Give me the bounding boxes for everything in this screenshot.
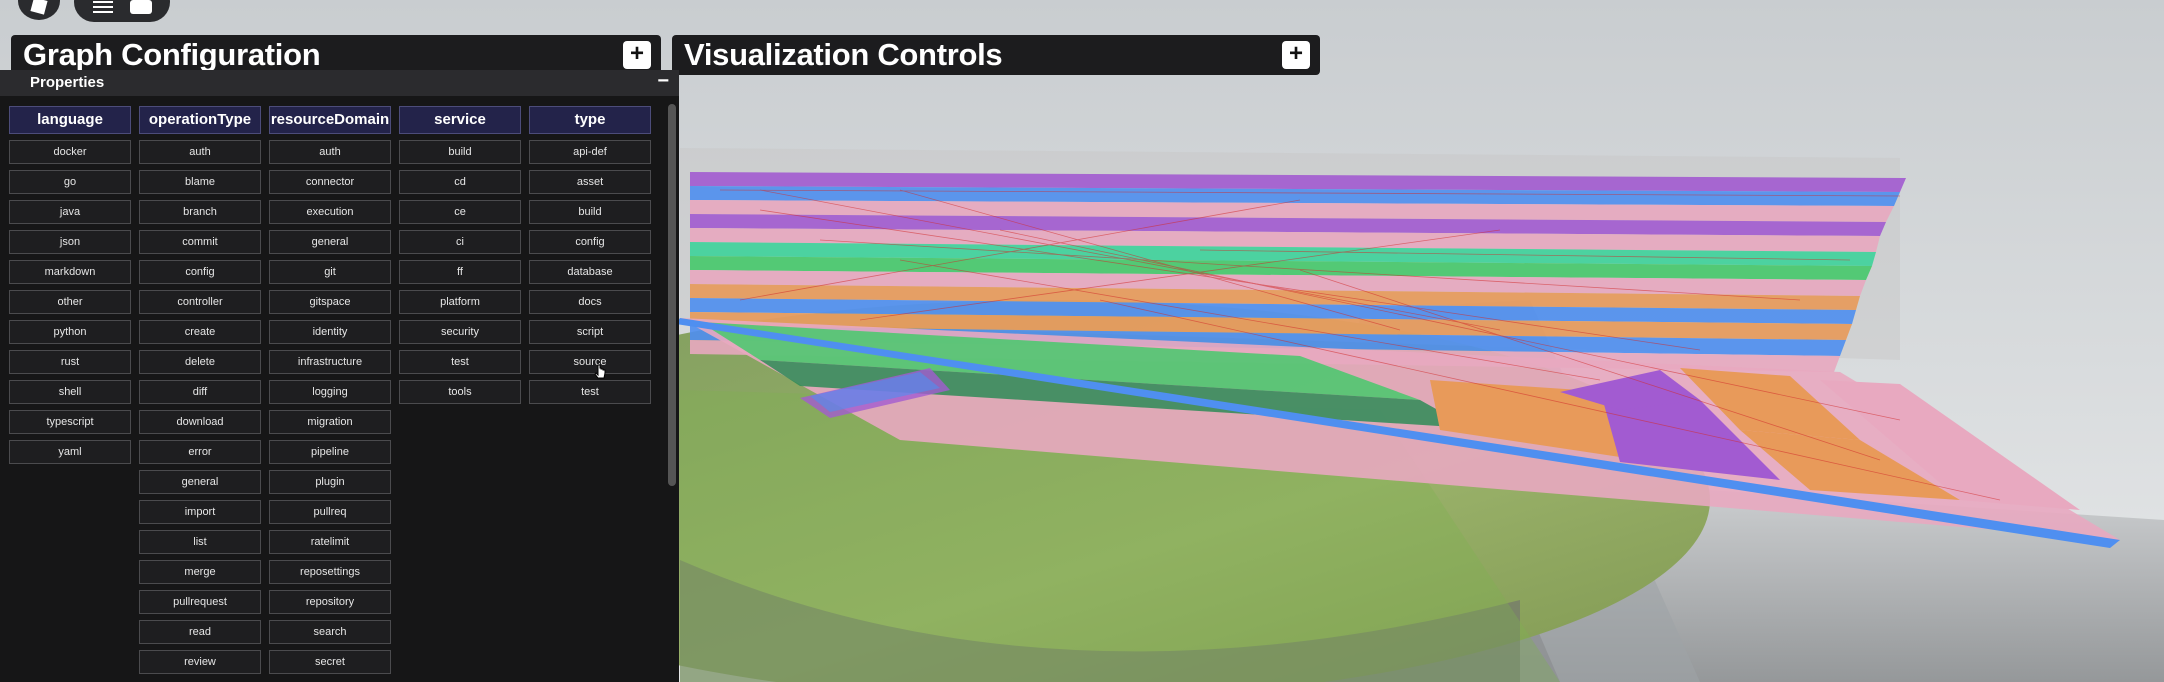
- property-value-button[interactable]: general: [269, 230, 391, 254]
- property-column-service: service build cd ce ci ff platform security test…: [399, 106, 521, 404]
- property-value-button[interactable]: shell: [9, 380, 131, 404]
- property-value-button[interactable]: reposettings: [269, 560, 391, 584]
- property-value-button[interactable]: go: [9, 170, 131, 194]
- chat-icon[interactable]: [129, 0, 152, 14]
- property-value-button[interactable]: ratelimit: [269, 530, 391, 554]
- menu-pill[interactable]: [74, 0, 170, 22]
- property-value-button[interactable]: commit: [139, 230, 261, 254]
- property-value-button[interactable]: diff: [139, 380, 261, 404]
- roblox-logo-icon[interactable]: [18, 0, 60, 20]
- properties-scrollbar[interactable]: [668, 104, 676, 486]
- property-value-button[interactable]: docs: [529, 290, 651, 314]
- property-value-button[interactable]: merge: [139, 560, 261, 584]
- property-value-button[interactable]: config: [139, 260, 261, 284]
- property-value-button[interactable]: branch: [139, 200, 261, 224]
- property-value-button[interactable]: ce: [399, 200, 521, 224]
- property-value-button[interactable]: identity: [269, 320, 391, 344]
- property-value-button[interactable]: config: [529, 230, 651, 254]
- property-value-button[interactable]: python: [9, 320, 131, 344]
- property-value-button[interactable]: test: [399, 350, 521, 374]
- property-value-button[interactable]: ff: [399, 260, 521, 284]
- property-value-button[interactable]: platform: [399, 290, 521, 314]
- column-header[interactable]: resourceDomain: [269, 106, 391, 134]
- property-value-button[interactable]: plugin: [269, 470, 391, 494]
- property-value-button[interactable]: cd: [399, 170, 521, 194]
- property-value-button[interactable]: review: [139, 650, 261, 674]
- property-value-button[interactable]: auth: [269, 140, 391, 164]
- graph-configuration-title: Graph Configuration: [23, 37, 321, 72]
- property-value-button[interactable]: docker: [9, 140, 131, 164]
- property-value-button[interactable]: controller: [139, 290, 261, 314]
- cursor-icon: [594, 364, 606, 379]
- property-value-button[interactable]: build: [529, 200, 651, 224]
- property-value-button[interactable]: pipeline: [269, 440, 391, 464]
- property-value-button[interactable]: connector: [269, 170, 391, 194]
- property-value-button[interactable]: pullrequest: [139, 590, 261, 614]
- property-value-button[interactable]: read: [139, 620, 261, 644]
- property-value-button[interactable]: pullreq: [269, 500, 391, 524]
- property-value-button[interactable]: markdown: [9, 260, 131, 284]
- property-value-button[interactable]: script: [529, 320, 651, 344]
- visualization-controls-header: Visualization Controls +: [672, 35, 1320, 75]
- property-value-button[interactable]: java: [9, 200, 131, 224]
- property-value-button[interactable]: migration: [269, 410, 391, 434]
- property-value-button[interactable]: infrastructure: [269, 350, 391, 374]
- property-value-button[interactable]: import: [139, 500, 261, 524]
- property-value-button[interactable]: list: [139, 530, 261, 554]
- property-value-button[interactable]: test: [529, 380, 651, 404]
- property-value-button[interactable]: git: [269, 260, 391, 284]
- property-value-button[interactable]: delete: [139, 350, 261, 374]
- properties-titlebar: Properties −: [0, 70, 679, 96]
- property-value-button[interactable]: security: [399, 320, 521, 344]
- property-value-button[interactable]: asset: [529, 170, 651, 194]
- column-header[interactable]: type: [529, 106, 651, 134]
- property-value-button[interactable]: source: [529, 350, 651, 374]
- property-value-button[interactable]: other: [9, 290, 131, 314]
- property-column-resourceDomain: resourceDomain auth connector execution gene…: [269, 106, 391, 674]
- property-column-type: type api-def asset build config database docs s…: [529, 106, 651, 404]
- property-value-button[interactable]: create: [139, 320, 261, 344]
- property-value-button[interactable]: gitspace: [269, 290, 391, 314]
- property-value-button[interactable]: rust: [9, 350, 131, 374]
- property-value-button[interactable]: execution: [269, 200, 391, 224]
- property-value-button[interactable]: general: [139, 470, 261, 494]
- property-value-button[interactable]: secret: [269, 650, 391, 674]
- property-column-language: language docker go java json markdown other pyt…: [9, 106, 131, 464]
- property-value-button[interactable]: ci: [399, 230, 521, 254]
- properties-title: Properties: [30, 74, 105, 91]
- graph-configuration-add-button[interactable]: +: [623, 41, 651, 69]
- property-value-button[interactable]: build: [399, 140, 521, 164]
- column-header[interactable]: operationType: [139, 106, 261, 134]
- column-header[interactable]: service: [399, 106, 521, 134]
- property-value-button[interactable]: api-def: [529, 140, 651, 164]
- property-value-button[interactable]: repository: [269, 590, 391, 614]
- property-column-operationType: operationType auth blame branch commit config…: [139, 106, 261, 674]
- property-value-button[interactable]: download: [139, 410, 261, 434]
- column-header[interactable]: language: [9, 106, 131, 134]
- property-value-button[interactable]: typescript: [9, 410, 131, 434]
- property-value-button[interactable]: database: [529, 260, 651, 284]
- visualization-controls-title: Visualization Controls: [684, 37, 1003, 72]
- property-value-button[interactable]: blame: [139, 170, 261, 194]
- property-value-button[interactable]: yaml: [9, 440, 131, 464]
- property-value-button[interactable]: auth: [139, 140, 261, 164]
- menu-icon[interactable]: [92, 1, 113, 13]
- topbar: [18, 0, 170, 22]
- visualization-controls-add-button[interactable]: +: [1282, 41, 1310, 69]
- property-value-button[interactable]: error: [139, 440, 261, 464]
- graph-configuration-header: Graph Configuration +: [11, 35, 661, 75]
- property-value-button[interactable]: search: [269, 620, 391, 644]
- property-value-button[interactable]: tools: [399, 380, 521, 404]
- property-value-button[interactable]: json: [9, 230, 131, 254]
- property-value-button[interactable]: logging: [269, 380, 391, 404]
- properties-panel: Properties − language docker go java json mar…: [0, 70, 679, 682]
- minimize-icon[interactable]: −: [657, 71, 669, 91]
